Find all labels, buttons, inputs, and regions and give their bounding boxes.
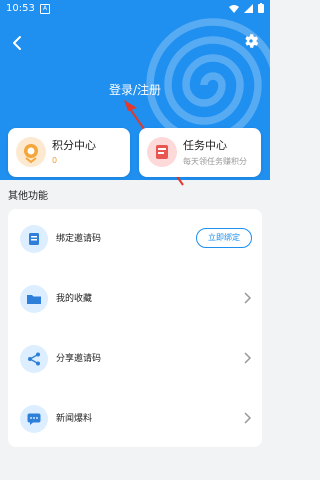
list-item-label: 新闻爆料 <box>56 414 93 424</box>
points-value: 0 <box>52 156 58 165</box>
card-subtitle: 每天领任务赚积分 <box>183 157 247 166</box>
chevron-right-icon <box>244 352 252 364</box>
card-title: 任务中心 <box>183 139 227 152</box>
points-center-card[interactable]: 积分中心 0 <box>8 128 130 177</box>
list-item-bind-invite[interactable]: 绑定邀请码 立即绑定 <box>8 209 262 269</box>
notification-icon: A <box>40 4 50 14</box>
list-item-label: 分享邀请码 <box>56 354 102 364</box>
login-register-link[interactable]: 登录/注册 <box>0 81 270 98</box>
bind-now-button[interactable]: 立即绑定 <box>196 228 252 248</box>
battery-icon <box>258 3 264 13</box>
status-time: 10:53 <box>6 3 35 14</box>
list-item-label: 绑定邀请码 <box>56 234 102 244</box>
list-item-share-invite[interactable]: 分享邀请码 <box>8 329 262 389</box>
status-bar: 10:53 A <box>0 0 270 16</box>
folder-icon <box>20 285 48 313</box>
task-icon <box>147 137 177 167</box>
signal-icon <box>244 3 253 13</box>
invite-code-icon <box>20 225 48 253</box>
list-item-label: 我的收藏 <box>56 294 93 304</box>
task-center-card[interactable]: 任务中心 每天领任务赚积分 <box>139 128 261 177</box>
chevron-right-icon <box>244 412 252 424</box>
list-item-favorites[interactable]: 我的收藏 <box>8 269 262 329</box>
share-icon <box>20 345 48 373</box>
chat-icon <box>20 405 48 433</box>
back-icon[interactable] <box>8 34 26 52</box>
chevron-right-icon <box>244 292 252 304</box>
features-list: 绑定邀请码 立即绑定 我的收藏 分享邀请码 新闻爆料 <box>8 209 262 447</box>
points-icon <box>16 137 46 167</box>
section-title: 其他功能 <box>8 191 48 202</box>
wifi-icon <box>229 4 239 13</box>
card-title: 积分中心 <box>52 139 96 152</box>
list-item-news-tip[interactable]: 新闻爆料 <box>8 389 262 449</box>
gear-icon[interactable] <box>242 32 260 50</box>
